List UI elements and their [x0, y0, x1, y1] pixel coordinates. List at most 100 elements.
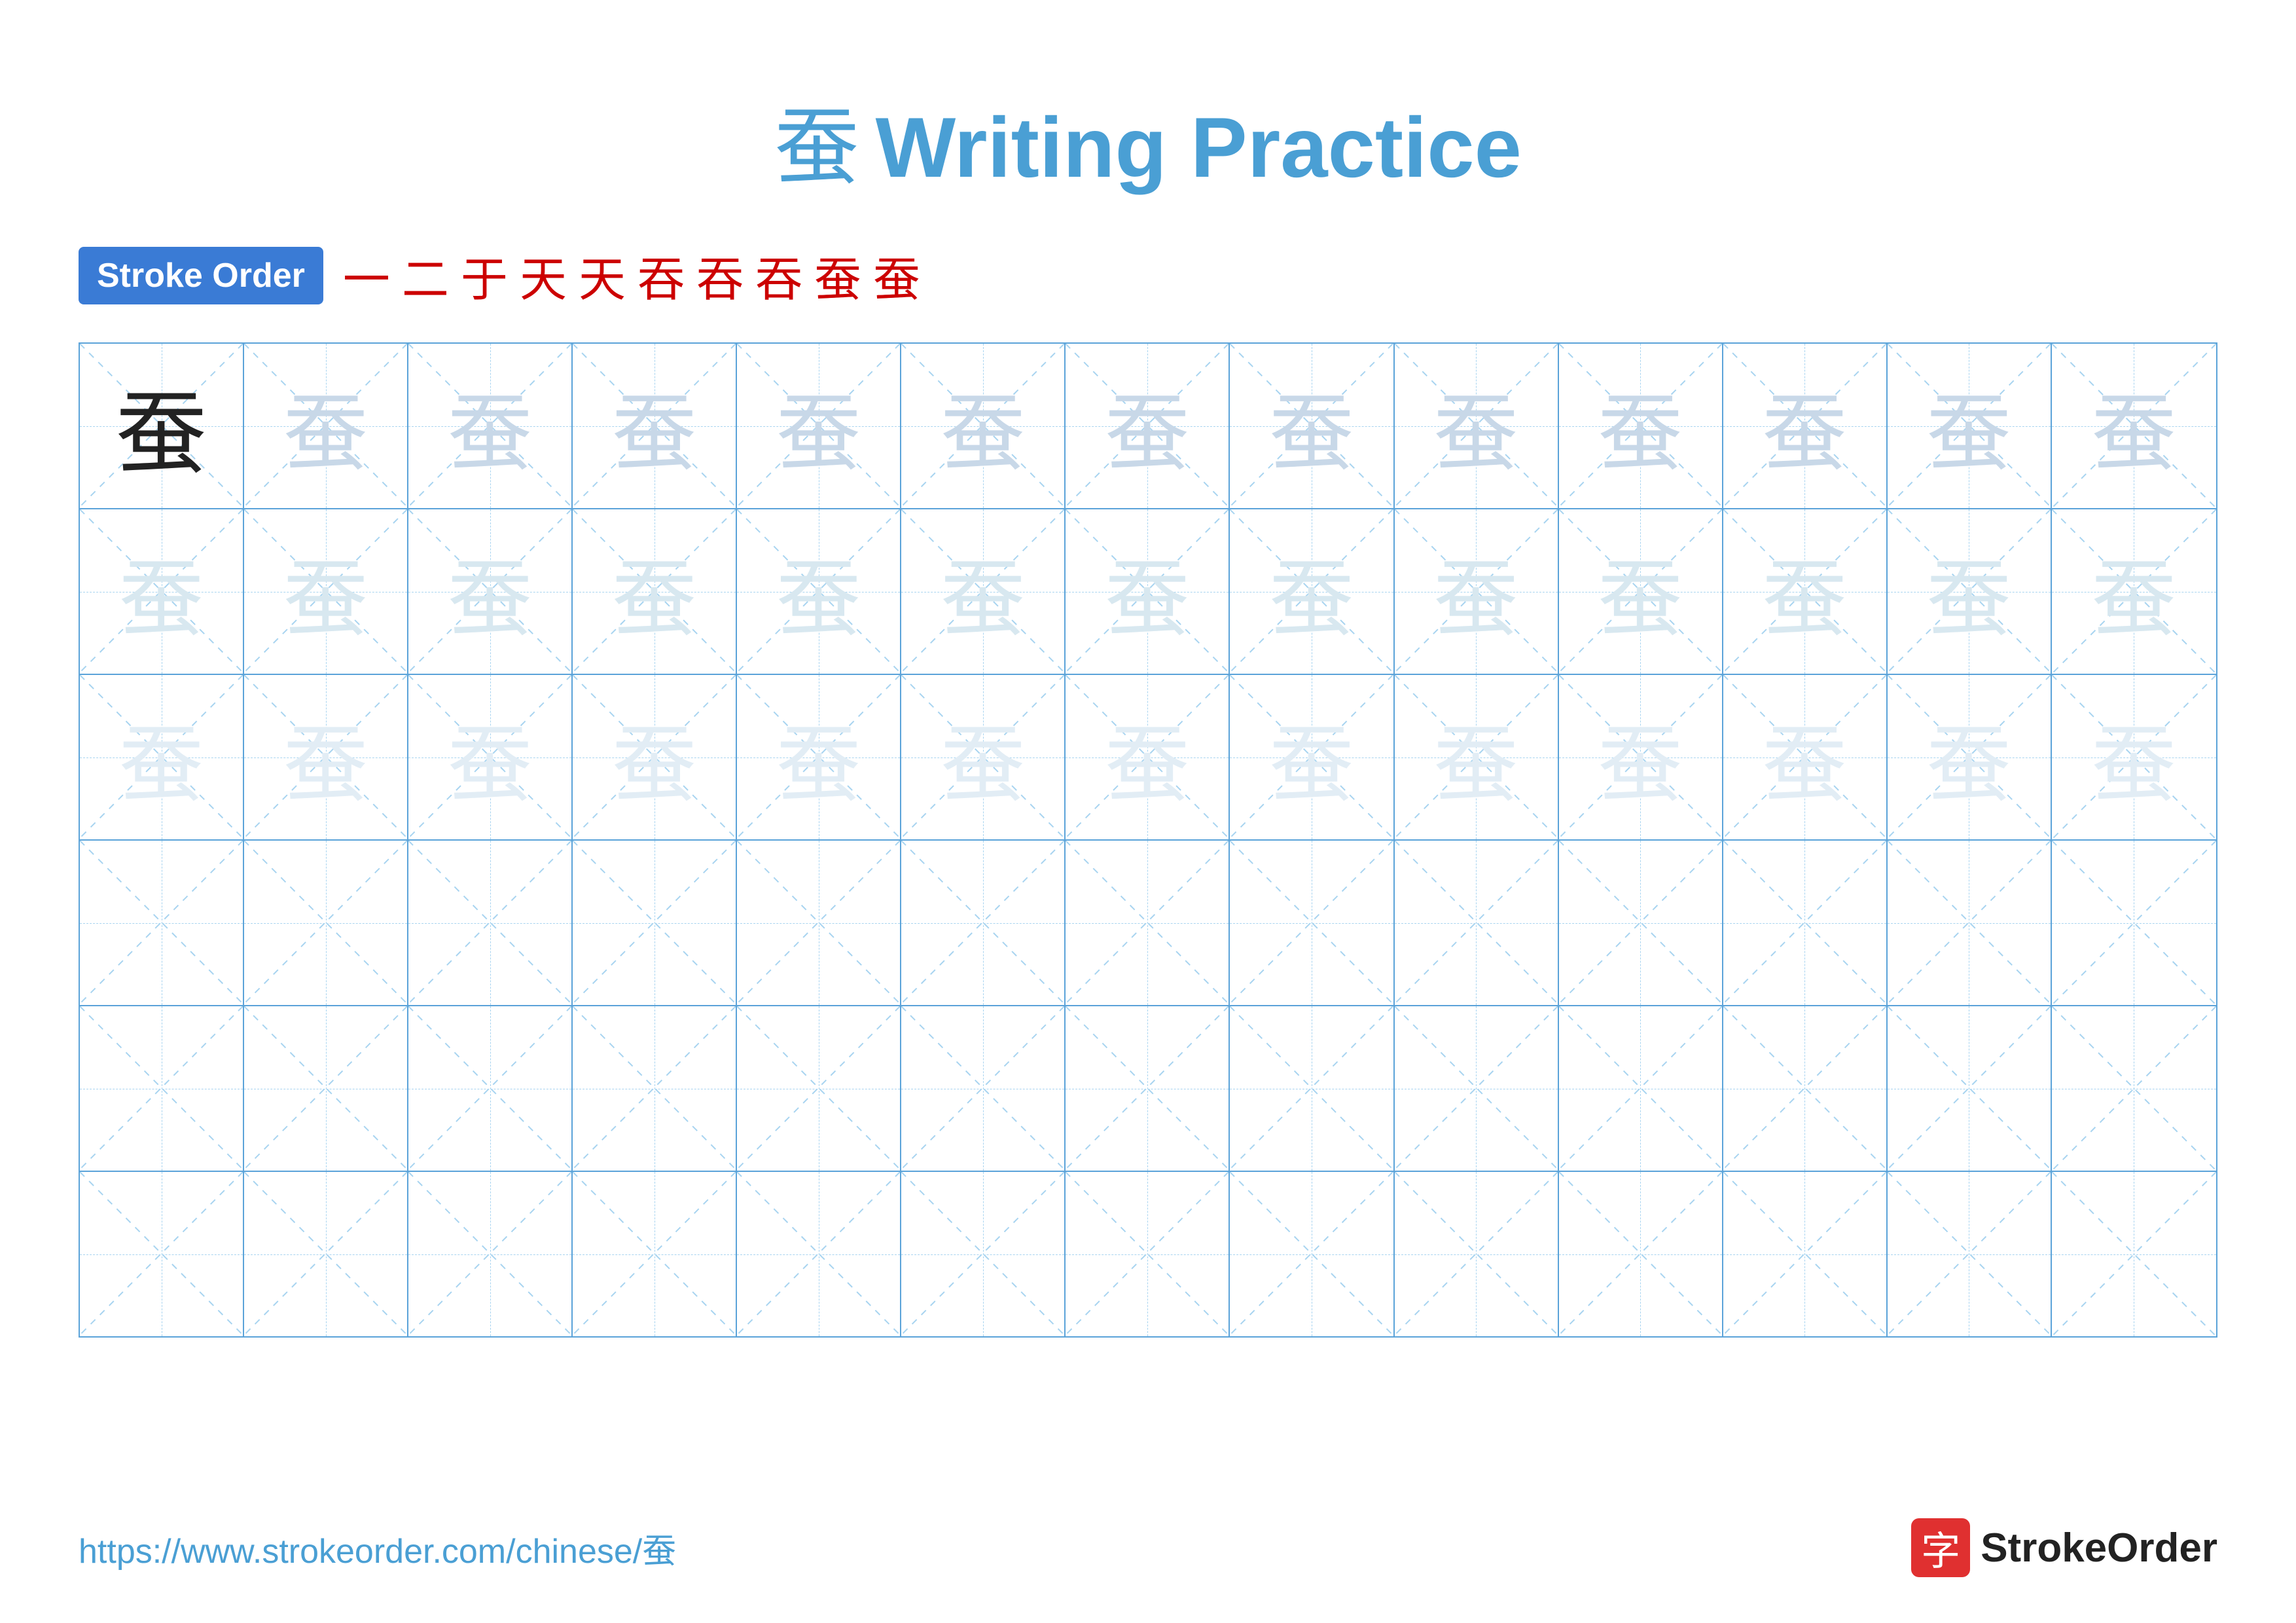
grid-cell[interactable]	[408, 1172, 573, 1336]
practice-char: 蚕	[283, 530, 368, 653]
grid-cell[interactable]	[1723, 1006, 1888, 1171]
grid-cell[interactable]: 蚕	[1723, 509, 1888, 674]
grid-cell[interactable]: 蚕	[1395, 344, 1559, 508]
title-text: Writing Practice	[876, 100, 1522, 195]
grid-cell[interactable]	[901, 1172, 1066, 1336]
grid-cell[interactable]	[244, 841, 408, 1005]
grid-row-2: 蚕 蚕 蚕 蚕	[80, 509, 2216, 675]
practice-char: 蚕	[1762, 696, 1847, 819]
grid-cell[interactable]: 蚕	[737, 344, 901, 508]
grid-cell[interactable]	[1723, 1172, 1888, 1336]
grid-cell[interactable]: 蚕	[408, 675, 573, 839]
grid-cell[interactable]: 蚕	[573, 675, 737, 839]
grid-cell[interactable]: 蚕	[737, 509, 901, 674]
practice-char: 蚕	[448, 696, 533, 819]
grid-cell[interactable]: 蚕	[573, 509, 737, 674]
grid-cell[interactable]	[1066, 1172, 1230, 1336]
grid-cell[interactable]	[1559, 1172, 1723, 1336]
grid-cell[interactable]: 蚕	[1066, 509, 1230, 674]
grid-cell[interactable]	[737, 1172, 901, 1336]
stroke-step-8: 吞	[755, 241, 802, 310]
grid-cell[interactable]	[573, 841, 737, 1005]
grid-cell[interactable]: 蚕	[1559, 509, 1723, 674]
grid-cell[interactable]: 蚕	[1888, 344, 2052, 508]
practice-char: 蚕	[1269, 365, 1354, 488]
grid-cell[interactable]	[737, 1006, 901, 1171]
grid-cell[interactable]: 蚕	[1395, 675, 1559, 839]
grid-cell[interactable]: 蚕	[901, 509, 1066, 674]
grid-cell[interactable]: 蚕	[408, 509, 573, 674]
grid-cell[interactable]: 蚕	[1395, 509, 1559, 674]
grid-cell[interactable]: 蚕	[1888, 675, 2052, 839]
grid-cell[interactable]	[1066, 841, 1230, 1005]
grid-cell[interactable]	[1888, 1006, 2052, 1171]
grid-cell[interactable]: 蚕	[244, 344, 408, 508]
grid-cell[interactable]	[244, 1172, 408, 1336]
grid-cell[interactable]: 蚕	[80, 509, 244, 674]
grid-cell[interactable]: 蚕	[1066, 344, 1230, 508]
grid-cell[interactable]: 蚕	[1066, 675, 1230, 839]
stroke-steps: 一 二 于 天 天 吞 吞 吞 蚕 蚕	[343, 241, 920, 310]
grid-cell[interactable]	[901, 841, 1066, 1005]
stroke-step-6: 吞	[637, 241, 685, 310]
grid-cell[interactable]: 蚕	[1230, 509, 1394, 674]
grid-cell[interactable]	[1395, 1172, 1559, 1336]
grid-cell[interactable]: 蚕	[1888, 509, 2052, 674]
stroke-step-5: 天	[579, 241, 626, 310]
grid-cell[interactable]: 蚕	[737, 675, 901, 839]
footer-url[interactable]: https://www.strokeorder.com/chinese/蚕	[79, 1523, 676, 1573]
grid-cell[interactable]	[1066, 1006, 1230, 1171]
practice-char: 蚕	[448, 365, 533, 488]
practice-char: 蚕	[2091, 696, 2176, 819]
grid-cell[interactable]	[244, 1006, 408, 1171]
grid-cell[interactable]: 蚕	[80, 344, 244, 508]
grid-cell[interactable]: 蚕	[1230, 344, 1394, 508]
grid-cell[interactable]	[80, 841, 244, 1005]
grid-cell[interactable]: 蚕	[408, 344, 573, 508]
grid-cell[interactable]: 蚕	[573, 344, 737, 508]
grid-cell[interactable]: 蚕	[2052, 509, 2216, 674]
grid-cell[interactable]	[901, 1006, 1066, 1171]
grid-cell[interactable]: 蚕	[901, 675, 1066, 839]
grid-cell[interactable]: 蚕	[80, 675, 244, 839]
grid-cell[interactable]	[737, 841, 901, 1005]
grid-cell[interactable]: 蚕	[1723, 675, 1888, 839]
grid-cell[interactable]	[1395, 1006, 1559, 1171]
grid-cell[interactable]	[408, 841, 573, 1005]
practice-char: 蚕	[1598, 530, 1683, 653]
page: 蚕 Writing Practice Stroke Order 一 二 于 天 …	[0, 0, 2296, 1623]
grid-cell[interactable]	[1230, 1006, 1394, 1171]
grid-cell[interactable]: 蚕	[2052, 344, 2216, 508]
grid-cell[interactable]: 蚕	[1723, 344, 1888, 508]
practice-char: 蚕	[1105, 365, 1190, 488]
grid-cell[interactable]	[1230, 1172, 1394, 1336]
grid-cell[interactable]	[1559, 841, 1723, 1005]
grid-cell[interactable]: 蚕	[244, 675, 408, 839]
grid-cell[interactable]: 蚕	[244, 509, 408, 674]
grid-cell[interactable]	[2052, 1006, 2216, 1171]
grid-cell[interactable]: 蚕	[1230, 675, 1394, 839]
grid-cell[interactable]	[80, 1172, 244, 1336]
title-character: 蚕	[774, 100, 859, 195]
grid-cell[interactable]	[80, 1006, 244, 1171]
practice-char: 蚕	[1926, 696, 2011, 819]
practice-char: 蚕	[448, 530, 533, 653]
grid-cell[interactable]	[1559, 1006, 1723, 1171]
grid-cell[interactable]	[1230, 841, 1394, 1005]
grid-cell[interactable]: 蚕	[1559, 675, 1723, 839]
practice-char: 蚕	[776, 530, 861, 653]
practice-char: 蚕	[1105, 530, 1190, 653]
grid-cell[interactable]: 蚕	[2052, 675, 2216, 839]
grid-cell[interactable]	[408, 1006, 573, 1171]
grid-cell[interactable]	[1888, 1172, 2052, 1336]
grid-cell[interactable]: 蚕	[1559, 344, 1723, 508]
grid-cell[interactable]	[2052, 1172, 2216, 1336]
grid-cell[interactable]	[573, 1172, 737, 1336]
grid-cell[interactable]	[2052, 841, 2216, 1005]
grid-cell[interactable]	[1723, 841, 1888, 1005]
grid-cell[interactable]: 蚕	[901, 344, 1066, 508]
grid-cell[interactable]	[1395, 841, 1559, 1005]
grid-cell[interactable]	[1888, 841, 2052, 1005]
brand-logo: 字 StrokeOrder	[1911, 1518, 2217, 1577]
grid-cell[interactable]	[573, 1006, 737, 1171]
